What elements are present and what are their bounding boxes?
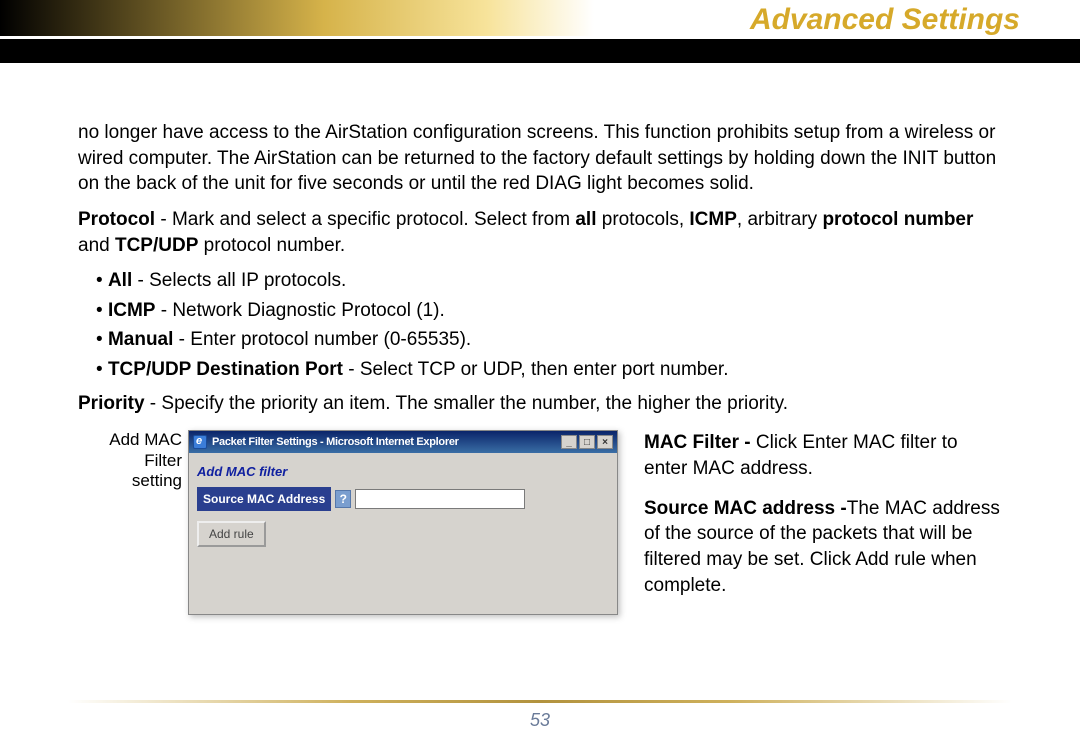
page-number: 53	[0, 710, 1080, 731]
bullet-all: All - Selects all IP protocols.	[96, 268, 1002, 294]
figure-caption: Add MAC Filter setting	[78, 430, 188, 491]
protocol-text-4: and	[78, 235, 115, 256]
protocol-text-5: protocol number.	[198, 235, 345, 256]
add-rule-button[interactable]: Add rule	[197, 521, 266, 547]
maximize-button[interactable]: □	[579, 435, 595, 449]
window-body: Add MAC filter Source MAC Address ? Add …	[189, 453, 617, 557]
figure-caption-line2: Filter	[144, 451, 182, 470]
bullet-tcpudp-label: TCP/UDP Destination Port	[108, 359, 343, 380]
protocol-all: all	[575, 209, 596, 230]
protocol-text-3: , arbitrary	[737, 209, 823, 230]
protocol-text-2: protocols,	[596, 209, 689, 230]
window-controls: _ □ ×	[561, 435, 613, 449]
figure-row: Add MAC Filter setting Packet Filter Set…	[78, 430, 1002, 615]
bullet-manual: Manual - Enter protocol number (0-65535)…	[96, 327, 1002, 353]
bullet-manual-text: - Enter protocol number (0-65535).	[173, 329, 471, 350]
priority-paragraph: Priority - Specify the priority an item.…	[78, 391, 1002, 417]
figure-caption-line3: setting	[132, 471, 182, 490]
priority-text: - Specify the priority an item. The smal…	[145, 393, 788, 414]
screenshot: Packet Filter Settings - Microsoft Inter…	[188, 430, 618, 615]
header-band: Advanced Settings	[0, 0, 1080, 70]
intro-paragraph: no longer have access to the AirStation …	[78, 120, 1002, 197]
protocol-pn: protocol number	[822, 209, 973, 230]
source-mac-paragraph: Source MAC address -The MAC address of t…	[644, 496, 1002, 599]
bullet-manual-label: Manual	[108, 329, 173, 350]
window-title: Packet Filter Settings - Microsoft Inter…	[212, 435, 561, 450]
mac-filter-paragraph: MAC Filter - Click Enter MAC filter to e…	[644, 430, 1002, 481]
bullet-icmp: ICMP - Network Diagnostic Protocol (1).	[96, 298, 1002, 324]
minimize-button[interactable]: _	[561, 435, 577, 449]
source-mac-label-text: Source MAC address -	[644, 498, 847, 519]
protocol-paragraph: Protocol - Mark and select a specific pr…	[78, 207, 1002, 258]
ie-icon	[193, 435, 207, 449]
bullet-icmp-label: ICMP	[108, 300, 156, 321]
footer-rule	[68, 700, 1012, 703]
protocol-text-1: - Mark and select a specific protocol. S…	[155, 209, 575, 230]
source-mac-label: Source MAC Address	[197, 487, 331, 511]
priority-label: Priority	[78, 393, 145, 414]
close-button[interactable]: ×	[597, 435, 613, 449]
page: Advanced Settings no longer have access …	[0, 0, 1080, 747]
bullet-tcpudp: TCP/UDP Destination Port - Select TCP or…	[96, 357, 1002, 383]
protocol-bullets: All - Selects all IP protocols. ICMP - N…	[78, 268, 1002, 383]
source-mac-input[interactable]	[355, 489, 525, 509]
bullet-icmp-text: - Network Diagnostic Protocol (1).	[155, 300, 444, 321]
help-icon[interactable]: ?	[335, 490, 351, 508]
add-mac-filter-heading: Add MAC filter	[197, 463, 609, 481]
protocol-icmp: ICMP	[689, 209, 737, 230]
protocol-tcpudp: TCP/UDP	[115, 235, 198, 256]
right-column: MAC Filter - Click Enter MAC filter to e…	[618, 430, 1002, 612]
mac-input-row: Source MAC Address ?	[197, 487, 609, 511]
bullet-all-label: All	[108, 270, 132, 291]
window-titlebar: Packet Filter Settings - Microsoft Inter…	[189, 431, 617, 453]
page-title: Advanced Settings	[750, 3, 1020, 37]
bullet-tcpudp-text: - Select TCP or UDP, then enter port num…	[343, 359, 728, 380]
content: no longer have access to the AirStation …	[0, 70, 1080, 615]
figure-caption-line1: Add MAC	[109, 430, 182, 449]
mac-filter-label: MAC Filter -	[644, 432, 756, 453]
bullet-all-text: - Selects all IP protocols.	[132, 270, 346, 291]
header-black-strip	[0, 39, 1080, 63]
protocol-label: Protocol	[78, 209, 155, 230]
